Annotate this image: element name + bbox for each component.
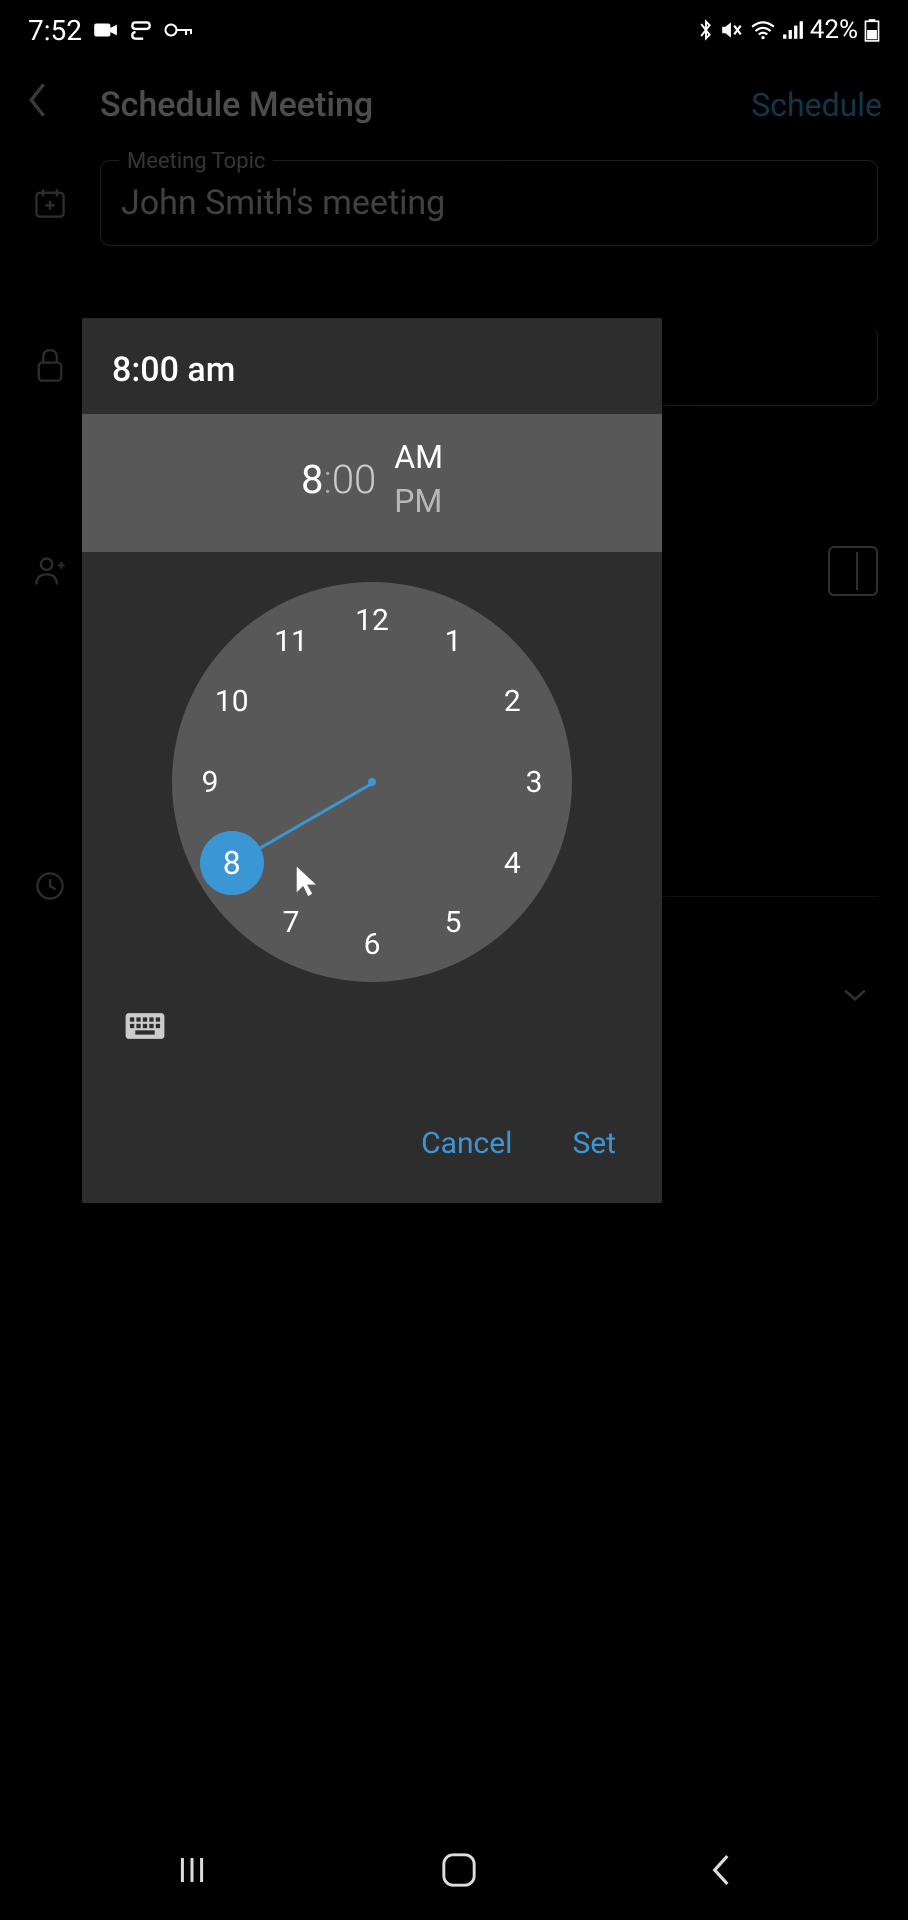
- status-time: 7:52: [28, 14, 82, 47]
- clock-hour-7[interactable]: 7: [269, 900, 313, 944]
- add-user-icon: [30, 551, 70, 591]
- topic-input[interactable]: Meeting Topic John Smith's meeting: [100, 160, 878, 246]
- clock-hour-9[interactable]: 9: [188, 760, 232, 804]
- time-separator: :: [323, 456, 331, 503]
- time-display: 8:00 AM PM: [82, 414, 662, 552]
- clock-face[interactable]: 12 12 3 45678 9 10 11: [172, 582, 572, 982]
- keyboard-icon[interactable]: [124, 1012, 166, 1044]
- nav-bar: [0, 1820, 908, 1920]
- topic-value: John Smith's meeting: [121, 183, 857, 223]
- recent-apps-button[interactable]: [174, 1852, 210, 1888]
- clock-hour-10[interactable]: 10: [210, 679, 254, 723]
- time-digits: 8:00: [301, 456, 376, 503]
- clock-hour-3[interactable]: 3: [512, 760, 556, 804]
- clock-hour-2[interactable]: 2: [490, 679, 534, 723]
- time-picker-modal: 8:00 am 8:00 AM PM 121234567891011 Cance…: [82, 318, 662, 1203]
- clock-hour-8[interactable]: 8: [200, 831, 264, 895]
- chevron-down-icon[interactable]: [842, 977, 868, 1010]
- battery-icon: [864, 18, 880, 42]
- clock-hour-1[interactable]: 1: [431, 620, 475, 664]
- app-header: Schedule Meeting Schedule: [0, 60, 908, 150]
- clock-hour-6[interactable]: 6: [350, 922, 394, 966]
- clock-hour-11[interactable]: 11: [269, 620, 313, 664]
- status-bar: 7:52 42%: [0, 0, 908, 60]
- mute-icon: [720, 19, 744, 41]
- time-picker-title: 8:00 am: [82, 318, 662, 414]
- topic-label: Meeting Topic: [119, 149, 273, 174]
- hour-value[interactable]: 8: [301, 456, 323, 503]
- home-button[interactable]: [438, 1849, 480, 1891]
- calendar-add-icon: [30, 183, 70, 223]
- clock-center: [368, 778, 376, 786]
- battery-percent: 42%: [810, 15, 858, 45]
- set-button[interactable]: Set: [572, 1126, 616, 1161]
- cast-icon: [128, 20, 154, 40]
- bluetooth-icon: [698, 18, 714, 42]
- camera-icon: [92, 20, 118, 40]
- ampm-toggle: AM PM: [394, 438, 443, 520]
- clock-icon: [30, 866, 70, 906]
- clock-area: 12 12 3 45678 9 10 11: [82, 552, 662, 1064]
- status-right: 42%: [698, 15, 880, 45]
- am-option[interactable]: AM: [394, 438, 443, 476]
- status-left: 7:52: [28, 14, 194, 47]
- clock-hour-4[interactable]: 4: [490, 841, 534, 885]
- signal-icon: [782, 20, 804, 40]
- back-icon[interactable]: [26, 81, 70, 129]
- modal-actions: Cancel Set: [82, 1064, 662, 1203]
- panel-icon[interactable]: [828, 546, 878, 596]
- vpn-icon: [164, 22, 194, 38]
- cancel-button[interactable]: Cancel: [421, 1126, 512, 1161]
- topic-row: Meeting Topic John Smith's meeting: [30, 160, 878, 246]
- wifi-icon: [750, 20, 776, 40]
- minute-value[interactable]: 00: [332, 456, 376, 503]
- page-title: Schedule Meeting: [70, 85, 751, 125]
- schedule-button[interactable]: Schedule: [751, 86, 882, 124]
- lock-icon: [30, 346, 70, 386]
- back-button[interactable]: [708, 1851, 734, 1889]
- clock-hour-12[interactable]: 12: [350, 598, 394, 642]
- clock-hour-5[interactable]: 5: [431, 900, 475, 944]
- pm-option[interactable]: PM: [394, 482, 443, 520]
